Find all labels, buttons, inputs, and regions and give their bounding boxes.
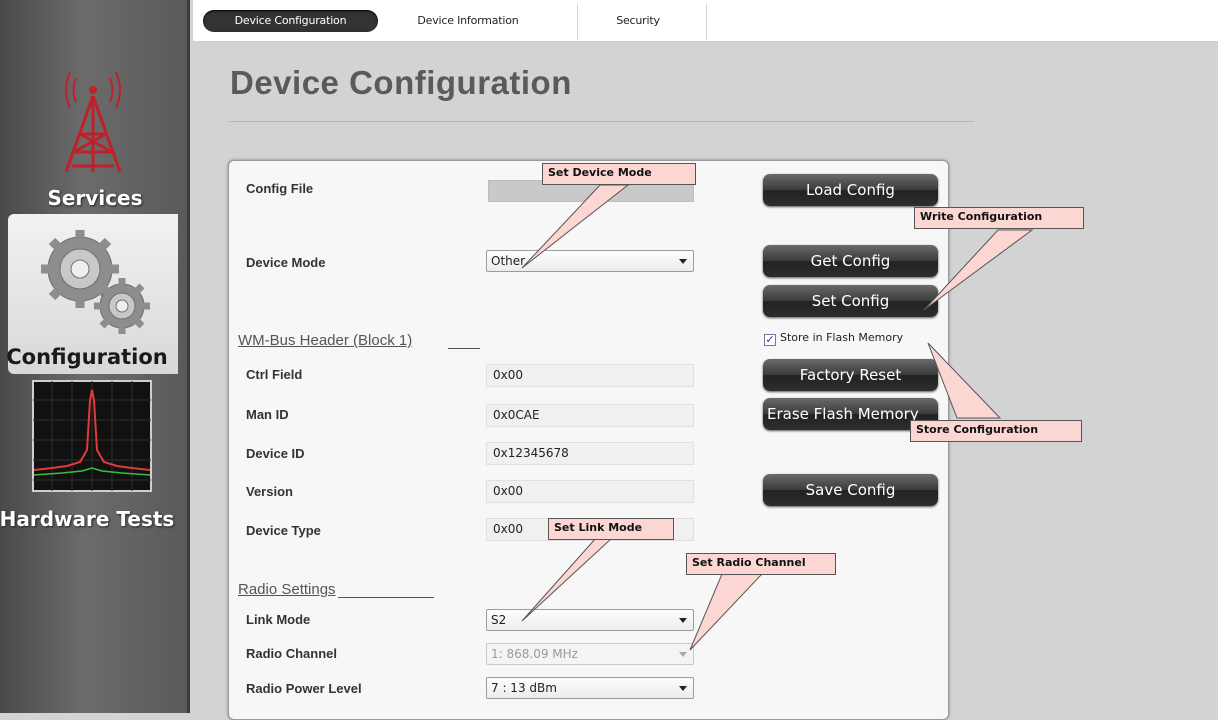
device-mode-value: Other: [491, 254, 526, 268]
sidebar-item-label: Configuration: [6, 345, 168, 369]
chevron-down-icon: [679, 259, 687, 264]
section-underline: [448, 348, 480, 349]
device-id-label: Device ID: [246, 446, 305, 461]
man-id-input[interactable]: 0x0CAE: [486, 404, 694, 427]
sidebar: Services Configuration Hardware Tests: [0, 0, 190, 713]
callout-write-configuration: Write Configuration: [914, 207, 1084, 229]
set-config-button[interactable]: Set Config: [763, 285, 938, 317]
device-mode-label: Device Mode: [246, 255, 326, 270]
tab-device-configuration[interactable]: Device Configuration: [203, 10, 378, 32]
store-flash-checkbox[interactable]: ✓: [764, 334, 776, 346]
config-file-label: Config File: [246, 181, 314, 196]
section-underline: [338, 597, 434, 598]
callout-set-link-mode: Set Link Mode: [548, 518, 674, 540]
radio-channel-select[interactable]: 1: 868.09 MHz: [486, 643, 694, 665]
tab-device-information[interactable]: Device Information: [398, 10, 538, 32]
device-id-input[interactable]: 0x12345678: [486, 442, 694, 465]
callout-store-configuration: Store Configuration: [910, 420, 1082, 442]
link-mode-value: S2: [491, 613, 507, 627]
radio-power-value: 7 : 13 dBm: [491, 681, 557, 695]
save-config-button[interactable]: Save Config: [763, 474, 938, 506]
chevron-down-icon: [679, 652, 687, 657]
config-panel: [228, 160, 949, 720]
tab-divider: [577, 4, 578, 40]
page-title: Device Configuration: [230, 64, 572, 101]
man-id-label: Man ID: [246, 407, 289, 422]
load-config-button[interactable]: Load Config: [763, 174, 938, 206]
radio-power-select[interactable]: 7 : 13 dBm: [486, 677, 694, 699]
gears-icon: [41, 230, 150, 334]
callout-set-device-mode: Set Device Mode: [542, 163, 696, 185]
callout-set-radio-channel: Set Radio Channel: [686, 553, 836, 575]
radio-tower-icon: [64, 71, 122, 173]
radio-section-title: Radio Settings: [238, 581, 336, 598]
version-input[interactable]: 0x00: [486, 480, 694, 503]
chevron-down-icon: [679, 618, 687, 623]
factory-reset-button[interactable]: Factory Reset: [763, 359, 938, 391]
spectrum-icon: [32, 380, 152, 492]
device-type-label: Device Type: [246, 523, 321, 538]
tab-security[interactable]: Security: [593, 10, 683, 32]
device-mode-select[interactable]: Other: [486, 250, 694, 272]
get-config-button[interactable]: Get Config: [763, 245, 938, 277]
tab-bar: Device Configuration Device Information …: [193, 0, 1218, 42]
sidebar-item-label: Hardware Tests: [0, 507, 175, 531]
header-section-title: WM-Bus Header (Block 1): [238, 332, 413, 349]
store-flash-label: Store in Flash Memory: [780, 331, 904, 344]
link-mode-label: Link Mode: [246, 612, 311, 627]
tab-divider: [706, 4, 707, 40]
sidebar-item-label: Services: [47, 186, 143, 210]
store-flash-checkbox-row[interactable]: ✓ Store in Flash Memory: [764, 331, 903, 346]
version-label: Version: [246, 484, 293, 499]
radio-channel-value: 1: 868.09 MHz: [491, 647, 578, 661]
title-divider: [228, 121, 974, 122]
ctrl-field-input[interactable]: 0x00: [486, 364, 694, 387]
ctrl-field-label: Ctrl Field: [246, 367, 303, 382]
radio-power-label: Radio Power Level: [246, 681, 362, 696]
link-mode-select[interactable]: S2: [486, 609, 694, 631]
radio-channel-label: Radio Channel: [246, 646, 338, 661]
chevron-down-icon: [679, 686, 687, 691]
